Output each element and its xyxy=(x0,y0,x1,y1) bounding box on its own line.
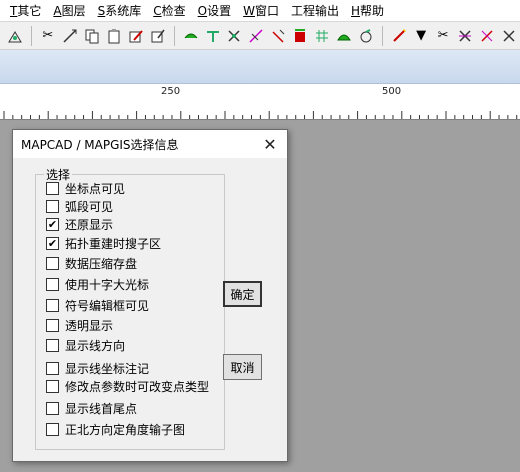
trim-line-icon[interactable] xyxy=(269,26,287,46)
option-change-point-type[interactable]: 修改点参数时可改变点类型 xyxy=(46,378,209,395)
option-show-line-endpoints[interactable]: 显示线首尾点 xyxy=(46,400,137,417)
option-show-coordinate-points[interactable]: 坐标点可见 xyxy=(46,180,125,197)
checkbox[interactable] xyxy=(46,299,59,312)
checkbox[interactable] xyxy=(46,380,59,393)
rotate-line-icon[interactable] xyxy=(357,26,375,46)
checkbox[interactable] xyxy=(46,362,59,375)
move-line-icon[interactable] xyxy=(204,26,222,46)
menu-window[interactable]: W窗口 xyxy=(237,0,285,22)
toolbar-band xyxy=(0,50,520,84)
scissors-point-icon[interactable]: ✂ xyxy=(434,26,452,46)
checkbox[interactable] xyxy=(46,423,59,436)
paste-icon[interactable] xyxy=(105,26,123,46)
dropdown-arrow-icon[interactable]: ▼ xyxy=(412,26,430,46)
cut-line-icon[interactable] xyxy=(226,26,244,46)
menu-help[interactable]: H帮助 xyxy=(345,0,390,22)
checkbox[interactable] xyxy=(46,257,59,270)
cut-area-icon[interactable] xyxy=(500,26,518,46)
toolbar-separator xyxy=(173,25,175,46)
checkbox[interactable] xyxy=(46,339,59,352)
extend-line-icon[interactable] xyxy=(247,26,265,46)
menu-settings[interactable]: O设置 xyxy=(192,0,237,22)
selection-info-dialog: MAPCAD / MAPGIS选择信息 ✕ 选择 坐标点可见 弧段可见 ✔ 还原显… xyxy=(12,129,288,462)
cross-line-icon[interactable] xyxy=(478,26,496,46)
option-large-crosshair[interactable]: 使用十字大光标 xyxy=(46,276,149,293)
menu-system-library[interactable]: S系统库 xyxy=(92,0,148,22)
checkbox[interactable] xyxy=(46,278,59,291)
ruler-mark-500: 500 xyxy=(382,86,402,97)
grid-select-icon[interactable] xyxy=(6,26,24,46)
horizontal-ruler: 250 500 xyxy=(0,84,520,120)
option-show-line-direction[interactable]: 显示线方向 xyxy=(46,337,125,354)
checkbox[interactable] xyxy=(46,200,59,213)
dialog-title: MAPCAD / MAPGIS选择信息 xyxy=(21,137,179,152)
option-show-arc-segments[interactable]: 弧段可见 xyxy=(46,198,113,215)
option-transparent-display[interactable]: 透明显示 xyxy=(46,317,113,334)
checkbox[interactable] xyxy=(46,402,59,415)
dialog-titlebar[interactable]: MAPCAD / MAPGIS选择信息 ✕ xyxy=(13,130,287,158)
menu-layer[interactable]: A图层 xyxy=(47,0,91,22)
properties-icon[interactable] xyxy=(149,26,167,46)
option-symbol-edit-frame[interactable]: 符号编辑框可见 xyxy=(46,297,149,314)
close-icon[interactable]: ✕ xyxy=(253,130,287,158)
option-topology-search-subarea[interactable]: ✔ 拓扑重建时搜子区 xyxy=(46,235,161,252)
scissors-line-icon[interactable] xyxy=(456,26,474,46)
option-restore-display[interactable]: ✔ 还原显示 xyxy=(46,216,113,233)
delete-line-icon[interactable] xyxy=(291,26,309,46)
option-compress-save[interactable]: 数据压缩存盘 xyxy=(46,255,137,272)
ruler-ticks xyxy=(3,111,518,119)
cancel-button[interactable]: 取消 xyxy=(223,354,262,380)
ok-button[interactable]: 确定 xyxy=(223,281,262,307)
menu-project-output[interactable]: 工程输出 xyxy=(285,0,345,22)
menu-other[interactable]: T其它 xyxy=(4,0,47,22)
checkbox[interactable]: ✔ xyxy=(46,218,59,231)
options-group: 选择 坐标点可见 弧段可见 ✔ 还原显示 ✔ 拓扑重建时搜子区 数据压缩存盘 使用十… xyxy=(35,166,225,450)
toolbar: ✂ ▼ ✂ xyxy=(0,22,520,50)
line-tool-icon[interactable] xyxy=(61,26,79,46)
checkbox[interactable] xyxy=(46,319,59,332)
checkbox[interactable] xyxy=(46,182,59,195)
checkbox[interactable]: ✔ xyxy=(46,237,59,250)
cut-icon[interactable]: ✂ xyxy=(39,26,57,46)
toolbar-separator xyxy=(382,25,384,46)
menu-bar: T其它 A图层 S系统库 C检查 O设置 W窗口 工程输出 H帮助 xyxy=(0,0,520,22)
option-north-angle-subimage[interactable]: 正北方向定角度输子图 xyxy=(46,421,185,438)
grid-line-icon[interactable] xyxy=(313,26,331,46)
option-show-line-coord-labels[interactable]: 显示线坐标注记 xyxy=(46,360,149,377)
toolbar-separator xyxy=(30,25,32,46)
ruler-mark-250: 250 xyxy=(161,86,181,97)
edit-icon[interactable] xyxy=(127,26,145,46)
fill-line-icon[interactable] xyxy=(335,26,353,46)
menu-check[interactable]: C检查 xyxy=(147,0,191,22)
add-line-icon[interactable] xyxy=(182,26,200,46)
draw-pen-icon[interactable] xyxy=(390,26,408,46)
copy-icon[interactable] xyxy=(83,26,101,46)
